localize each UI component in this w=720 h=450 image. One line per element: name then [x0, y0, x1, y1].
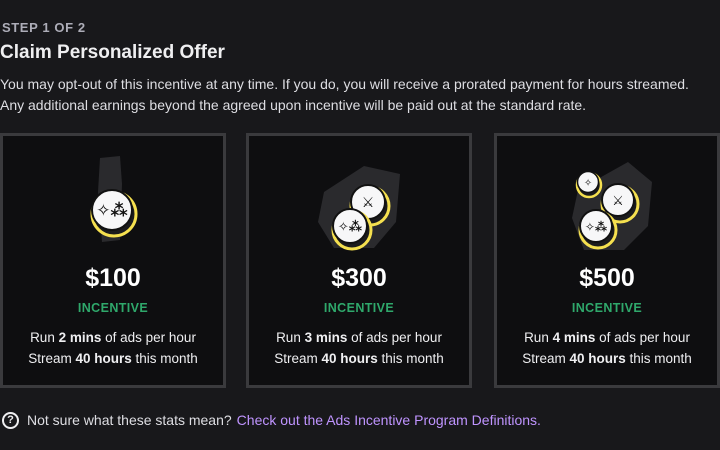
incentive-label: INCENTIVE	[323, 301, 395, 315]
svg-text:✧⁂: ✧⁂	[96, 201, 128, 221]
help-question: Not sure what these stats mean?	[27, 412, 232, 428]
offer-card-100[interactable]: ✧⁂ $100 INCENTIVE Run 2 mins of ads per …	[0, 133, 226, 388]
svg-text:✧⁂: ✧⁂	[585, 220, 608, 234]
coin-stack-small-icon: ✧⁂	[90, 156, 138, 242]
offer-description: You may opt-out of this incentive at any…	[0, 76, 689, 113]
stream-requirement: Stream 40 hours this month	[522, 351, 692, 366]
definitions-link[interactable]: Check out the Ads Incentive Program Defi…	[237, 412, 541, 428]
svg-text:✧⁂: ✧⁂	[338, 220, 363, 235]
step-indicator: STEP 1 OF 2	[2, 20, 86, 35]
svg-text:✧: ✧	[584, 178, 592, 189]
page-title: Claim Personalized Offer	[0, 42, 225, 63]
svg-text:⚔: ⚔	[612, 194, 624, 209]
ads-requirement: Run 3 mins of ads per hour	[276, 330, 442, 345]
incentive-label: INCENTIVE	[77, 301, 149, 315]
stream-requirement: Stream 40 hours this month	[28, 351, 198, 366]
offer-amount: $500	[579, 264, 635, 292]
ads-requirement: Run 2 mins of ads per hour	[30, 330, 196, 345]
offer-card-500[interactable]: ✧ ⚔ ✧⁂ $500 INCENTIVE Run 4 mins of ads …	[494, 133, 720, 388]
help-footer: ? Not sure what these stats mean? Check …	[2, 410, 541, 430]
offer-amount: $100	[85, 264, 141, 292]
offer-card-300[interactable]: ⚔ ✧⁂ $300 INCENTIVE Run 3 mins of ads pe…	[246, 133, 472, 388]
coin-stack-large-icon: ✧ ⚔ ✧⁂	[572, 162, 652, 250]
ads-requirement: Run 4 mins of ads per hour	[524, 330, 690, 345]
stream-requirement: Stream 40 hours this month	[274, 351, 444, 366]
coin-stack-medium-icon: ⚔ ✧⁂	[318, 166, 400, 251]
offer-cards: ✧⁂ $100 INCENTIVE Run 2 mins of ads per …	[0, 133, 720, 388]
offer-amount: $300	[331, 264, 387, 292]
svg-text:⚔: ⚔	[362, 195, 375, 211]
help-circle-icon: ?	[2, 411, 19, 429]
incentive-label: INCENTIVE	[571, 301, 643, 315]
